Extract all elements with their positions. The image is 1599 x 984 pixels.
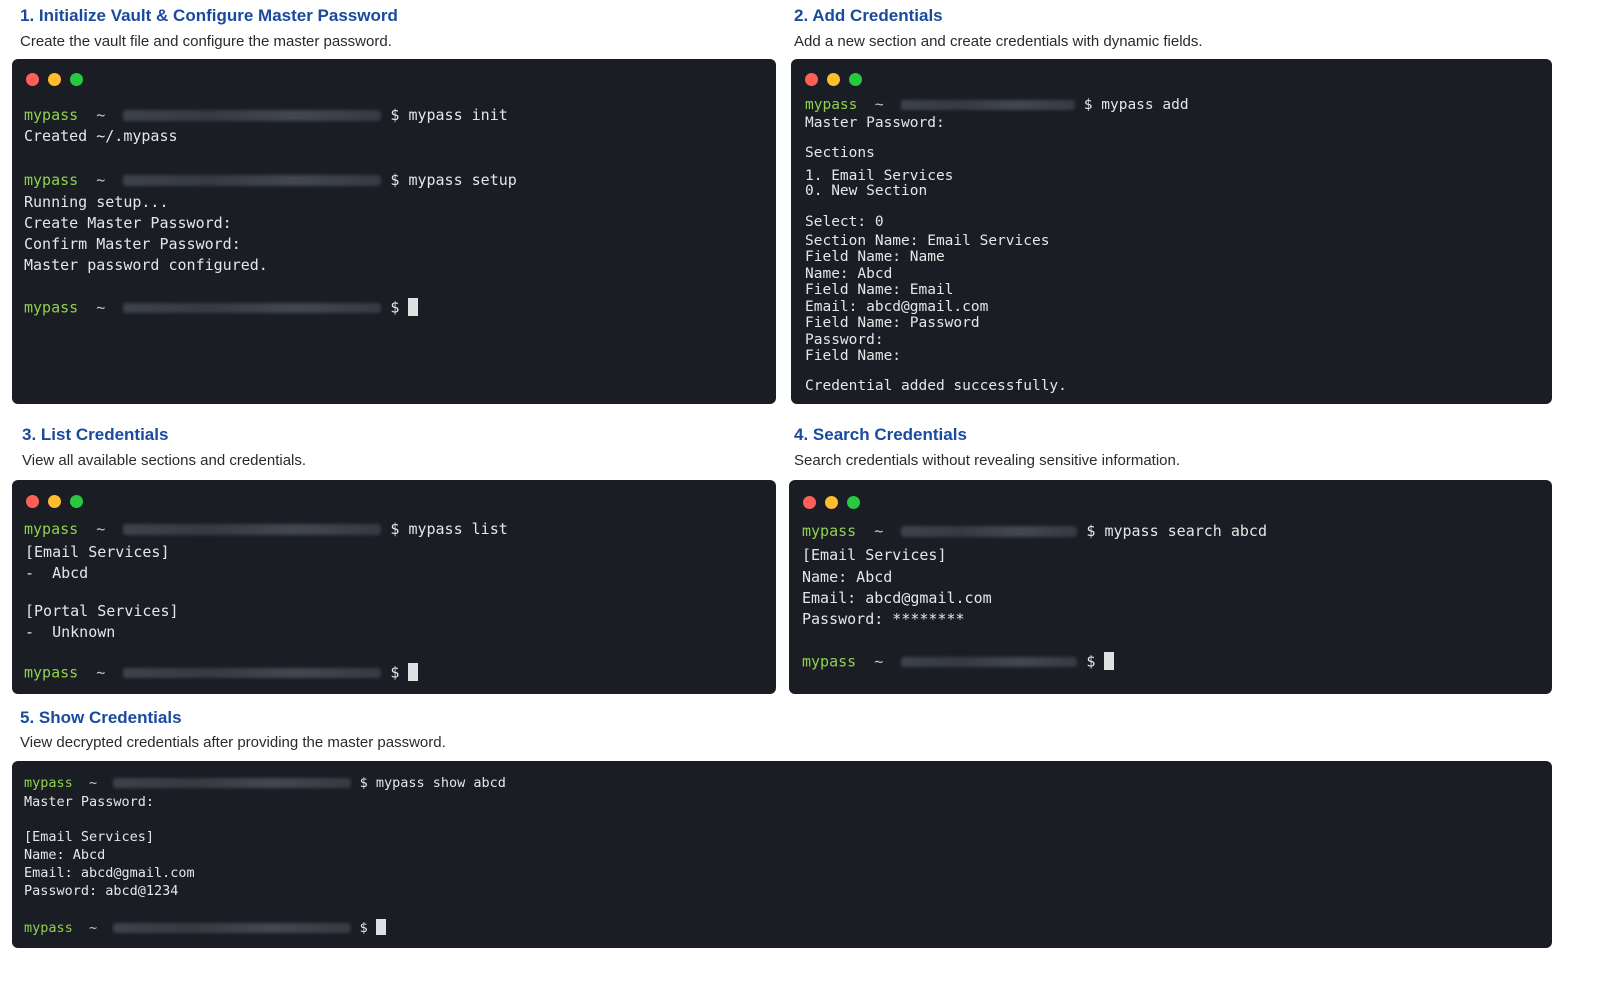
section-3-heading: 3. List Credentials <box>22 425 169 444</box>
output-line: Name: Abcd <box>802 568 893 586</box>
close-dot-icon[interactable] <box>26 495 39 508</box>
command-text: mypass add <box>1101 97 1189 113</box>
maximize-dot-icon[interactable] <box>70 73 83 86</box>
prompt-line: mypass ~ $ mypass init <box>24 106 508 124</box>
prompt-line: mypass ~ $ mypass search abcd <box>802 522 1267 540</box>
prompt-line: mypass ~ $ <box>24 919 386 936</box>
output-line: Credential added successfully. <box>805 378 1067 394</box>
output-line: Password: <box>805 332 884 348</box>
output-line: Password: abcd@1234 <box>24 883 179 899</box>
terminal-window-init[interactable]: mypass ~ $ mypass init Created ~/.mypass… <box>12 59 776 404</box>
output-line: Field Name: Password <box>805 315 980 331</box>
blurred-path <box>123 110 382 121</box>
output-line: [Email Services] <box>802 546 947 564</box>
output-line: Section Name: Email Services <box>805 233 1050 249</box>
terminal-window-show[interactable]: mypass ~ $ mypass show abcd Master Passw… <box>12 761 1552 948</box>
command-text: mypass show abcd <box>375 775 506 791</box>
output-line: Created ~/.mypass <box>24 127 178 145</box>
section-1-heading: 1. Initialize Vault & Configure Master P… <box>20 6 398 25</box>
output-line: [Email Services] <box>24 829 155 845</box>
section-4-heading: 4. Search Credentials <box>794 425 967 444</box>
output-line: Master Password: <box>805 115 945 131</box>
output-line: [Portal Services] <box>25 602 179 620</box>
output-line: Field Name: Name <box>805 249 945 265</box>
section-3-description: View all available sections and credenti… <box>22 452 307 469</box>
blurred-path <box>123 302 382 313</box>
output-line: Email: abcd@gmail.com <box>24 865 195 881</box>
window-controls <box>803 496 860 509</box>
prompt-line: mypass ~ $ mypass add <box>805 97 1189 113</box>
prompt-line: mypass ~ $ <box>24 298 419 316</box>
minimize-dot-icon[interactable] <box>827 73 840 86</box>
window-controls <box>805 73 862 86</box>
output-line: 1. Email Services <box>805 168 954 184</box>
command-text: mypass list <box>408 520 508 538</box>
maximize-dot-icon[interactable] <box>70 495 83 508</box>
output-line: Password: ******** <box>802 610 965 628</box>
output-line: Master Password: <box>24 794 155 810</box>
minimize-dot-icon[interactable] <box>825 496 838 509</box>
cursor <box>1104 652 1115 670</box>
blurred-path <box>113 778 352 788</box>
blurred-path <box>123 667 382 678</box>
output-line: Name: Abcd <box>805 266 893 282</box>
prompt-line: mypass ~ $ mypass list <box>24 520 508 538</box>
command-text: mypass init <box>408 106 508 124</box>
blurred-path <box>123 175 382 186</box>
output-line: Sections <box>805 145 875 161</box>
section-1-description: Create the vault file and configure the … <box>20 33 392 50</box>
output-line: Email: abcd@gmail.com <box>802 589 992 607</box>
window-controls <box>26 495 83 508</box>
cursor <box>408 663 419 681</box>
prompt-line: mypass ~ $ <box>24 663 419 681</box>
output-line: Name: Abcd <box>24 847 106 863</box>
output-line: - Abcd <box>25 564 89 582</box>
prompt-line: mypass ~ $ <box>802 652 1115 670</box>
prompt-line: mypass ~ $ mypass setup <box>24 171 517 189</box>
close-dot-icon[interactable] <box>803 496 816 509</box>
output-line: Running setup... <box>24 193 169 211</box>
prompt-line: mypass ~ $ mypass show abcd <box>24 775 506 791</box>
section-2-description: Add a new section and create credentials… <box>794 33 1203 50</box>
section-4-description: Search credentials without revealing sen… <box>794 452 1181 469</box>
blurred-path <box>123 524 382 535</box>
section-5-description: View decrypted credentials after providi… <box>20 734 446 751</box>
maximize-dot-icon[interactable] <box>847 496 860 509</box>
terminal-window-search[interactable]: mypass ~ $ mypass search abcd [Email Ser… <box>789 480 1552 694</box>
command-text: mypass search abcd <box>1104 522 1267 540</box>
blurred-path <box>113 923 352 933</box>
output-line: Master password configured. <box>24 256 268 274</box>
minimize-dot-icon[interactable] <box>48 495 61 508</box>
close-dot-icon[interactable] <box>805 73 818 86</box>
blurred-path <box>901 656 1078 667</box>
output-line: - Unknown <box>25 623 116 641</box>
output-line: Field Name: Email <box>805 282 954 298</box>
output-line: Confirm Master Password: <box>24 235 241 253</box>
blurred-path <box>901 526 1078 537</box>
cursor <box>408 298 419 316</box>
window-controls <box>26 73 83 86</box>
output-line: 0. New Section <box>805 183 928 199</box>
output-line: Select: 0 <box>805 214 884 230</box>
output-line: Email: abcd@gmail.com <box>805 299 989 315</box>
terminal-window-add[interactable]: mypass ~ $ mypass add Master Password: S… <box>791 59 1552 404</box>
close-dot-icon[interactable] <box>26 73 39 86</box>
minimize-dot-icon[interactable] <box>48 73 61 86</box>
maximize-dot-icon[interactable] <box>849 73 862 86</box>
command-text: mypass setup <box>408 171 517 189</box>
output-line: Create Master Password: <box>24 214 232 232</box>
terminal-window-list[interactable]: mypass ~ $ mypass list [Email Services] … <box>12 480 776 694</box>
blurred-path <box>901 99 1076 111</box>
section-5-heading: 5. Show Credentials <box>20 708 182 727</box>
cursor <box>375 919 386 936</box>
output-line: [Email Services] <box>25 543 170 561</box>
section-2-heading: 2. Add Credentials <box>794 6 943 25</box>
output-line: Field Name: <box>805 348 902 364</box>
